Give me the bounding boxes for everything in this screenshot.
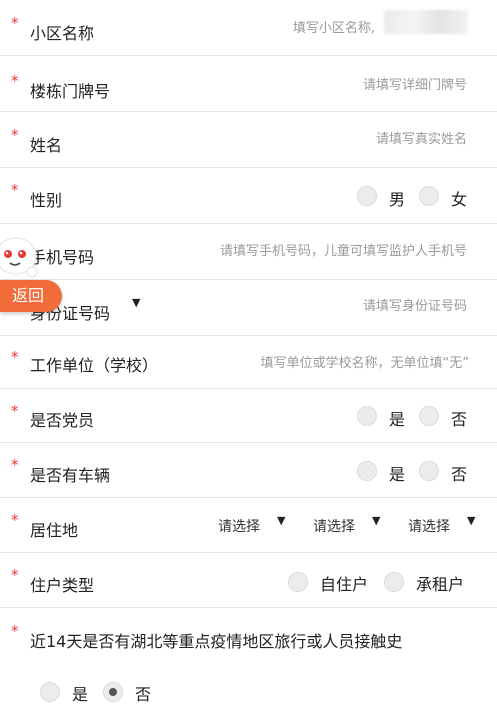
gender-female-radio[interactable] xyxy=(419,186,439,206)
vehicle-yes-radio[interactable] xyxy=(357,461,377,481)
blurred-text xyxy=(384,10,468,34)
caret-down-icon: ▼ xyxy=(277,514,286,527)
gender-female-label: 女 xyxy=(451,190,468,209)
community-label: 小区名称 xyxy=(30,24,95,43)
party-row: * 是否党员 是 否 xyxy=(0,389,497,443)
vehicle-yes-label: 是 xyxy=(389,465,406,484)
back-button[interactable]: 返回 xyxy=(0,280,62,312)
household-row: * 住户类型 自住户 承租户 xyxy=(0,553,497,608)
province-select[interactable]: 请选择 xyxy=(218,516,260,536)
name-row: * 姓名 请填写真实姓名 xyxy=(0,112,497,168)
phone-row: * 手机号码 请填写手机号码，儿童可填写监护人手机号 xyxy=(0,224,497,280)
work-label: 工作单位（学校） xyxy=(30,356,159,375)
household-own-radio[interactable] xyxy=(288,572,308,592)
work-row: * 工作单位（学校） 填写单位或学校名称，无单位填“无” xyxy=(0,336,497,389)
party-yes-label: 是 xyxy=(389,410,406,429)
required-mark: * xyxy=(11,622,19,640)
id-card-row: * 身份证号码 ▼ 请填写身份证号码 xyxy=(0,280,497,336)
party-label: 是否党员 xyxy=(30,411,95,430)
party-no-radio[interactable] xyxy=(419,406,439,426)
party-yes-radio[interactable] xyxy=(357,406,377,426)
id-type-caret-icon[interactable]: ▼ xyxy=(132,296,140,309)
gender-row: * 性别 男 女 xyxy=(0,168,497,224)
party-no-label: 否 xyxy=(451,410,468,429)
community-row: * 小区名称 填写小区名称, xyxy=(0,0,497,56)
required-mark: * xyxy=(11,348,19,366)
vehicle-no-radio[interactable] xyxy=(419,461,439,481)
residence-label: 居住地 xyxy=(30,521,79,540)
gender-label: 性别 xyxy=(30,191,63,210)
gender-male-label: 男 xyxy=(389,190,406,209)
vehicle-no-label: 否 xyxy=(451,465,468,484)
required-mark: * xyxy=(11,456,19,474)
required-mark: * xyxy=(11,511,19,529)
phone-input[interactable]: 请填写手机号码，儿童可填写监护人手机号 xyxy=(220,240,467,259)
travel-yes-label: 是 xyxy=(72,685,89,704)
work-input[interactable]: 填写单位或学校名称，无单位填“无” xyxy=(261,352,469,371)
required-mark: * xyxy=(11,126,19,144)
community-input[interactable]: 填写小区名称, xyxy=(293,17,375,36)
mascot-icon[interactable] xyxy=(0,232,42,282)
caret-down-icon: ▼ xyxy=(372,514,381,527)
building-label: 楼栋门牌号 xyxy=(30,82,111,101)
travel-no-radio[interactable] xyxy=(103,682,123,702)
required-mark: * xyxy=(11,14,19,32)
travel-no-label: 否 xyxy=(135,685,152,704)
city-select[interactable]: 请选择 xyxy=(313,516,355,536)
vehicle-row: * 是否有车辆 是 否 xyxy=(0,443,497,498)
travel-section: * 近14天是否有湖北等重点疫情地区旅行或人员接触史 是 否 xyxy=(0,608,497,713)
required-mark: * xyxy=(11,566,19,584)
household-rent-radio[interactable] xyxy=(384,572,404,592)
gender-male-radio[interactable] xyxy=(357,186,377,206)
building-row: * 楼栋门牌号 请填写详细门牌号 xyxy=(0,56,497,112)
name-label: 姓名 xyxy=(30,136,63,155)
travel-yes-radio[interactable] xyxy=(40,682,60,702)
required-mark: * xyxy=(11,72,19,90)
district-select[interactable]: 请选择 xyxy=(408,516,450,536)
travel-label: 近14天是否有湖北等重点疫情地区旅行或人员接触史 xyxy=(30,632,403,651)
caret-down-icon: ▼ xyxy=(467,514,476,527)
building-input[interactable]: 请填写详细门牌号 xyxy=(363,74,467,93)
residence-row: * 居住地 请选择 ▼ 请选择 ▼ 请选择 ▼ xyxy=(0,498,497,553)
household-own-label: 自住户 xyxy=(320,575,369,594)
required-mark: * xyxy=(11,181,19,199)
vehicle-label: 是否有车辆 xyxy=(30,466,111,485)
household-label: 住户类型 xyxy=(30,576,95,595)
name-input[interactable]: 请填写真实姓名 xyxy=(376,128,467,147)
required-mark: * xyxy=(11,402,19,420)
household-rent-label: 承租户 xyxy=(416,575,465,594)
id-card-input[interactable]: 请填写身份证号码 xyxy=(363,295,467,314)
